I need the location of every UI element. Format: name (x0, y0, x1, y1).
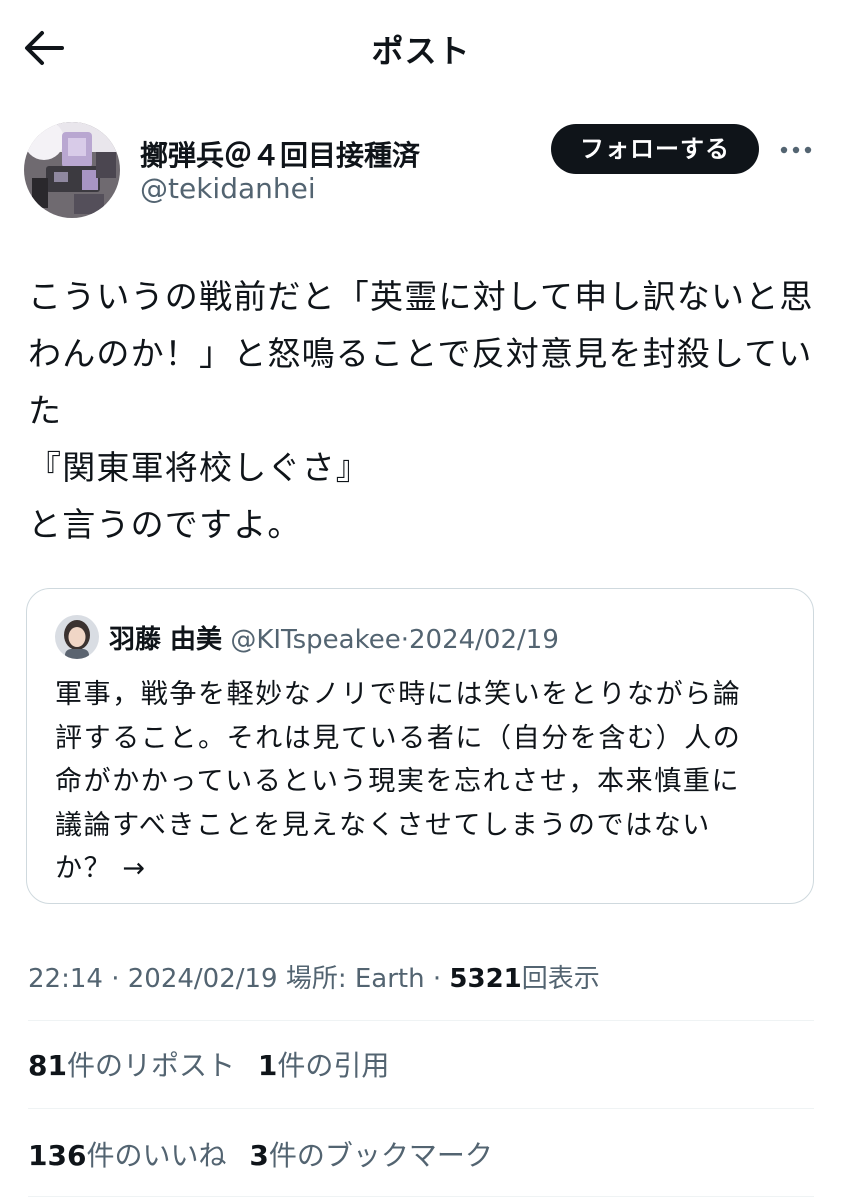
views-label: 回表示 (521, 964, 600, 994)
meta-separator: · (432, 964, 442, 994)
post-line: 『関東軍将校しぐさ』 (28, 448, 370, 487)
likes-label: 件のいいね (86, 1139, 227, 1172)
quote-avatar-image (55, 615, 99, 659)
avatar[interactable] (24, 122, 120, 218)
quote-separator: · (400, 625, 409, 655)
reposts-label: 件のリポスト (66, 1049, 235, 1082)
quote-text: 軍事，戦争を軽妙なノリで時には笑いをとりながら論 評すること。それは見ている者に… (55, 673, 795, 891)
avatar-image (24, 122, 120, 218)
divider (28, 1020, 814, 1021)
page-title: ポスト (371, 32, 471, 70)
quotes-count: 1 (257, 1049, 278, 1082)
bookmarks-count: 3 (249, 1139, 269, 1172)
quote-line: か？ → (55, 853, 147, 884)
post-date[interactable]: 2024/02/19 (128, 964, 278, 994)
post-location: 場所: Earth (285, 964, 425, 994)
likes-count: 136 (28, 1139, 87, 1172)
more-button[interactable] (776, 138, 816, 162)
quote-line: 評すること。それは見ている者に（自分を含む）人の (55, 722, 742, 754)
bookmarks-stat[interactable]: 3件のブックマーク (249, 1139, 493, 1172)
quote-author-name: 羽藤 由美 (109, 625, 223, 655)
quote-date: 2024/02/19 (409, 625, 559, 655)
post-line: た (28, 391, 63, 430)
more-horizontal-icon (780, 146, 812, 154)
follow-button[interactable]: フォローする (551, 124, 759, 174)
quote-line: 軍事，戦争を軽妙なノリで時には笑いをとりながら論 (55, 679, 742, 710)
quotes-stat[interactable]: 1件の引用 (258, 1049, 390, 1082)
quote-line: 議論すべきことを見えなくさせてしまうのではない (55, 809, 711, 841)
quote-avatar (55, 615, 99, 659)
post-meta: 22:14 · 2024/02/19 場所: Earth · 5321回表示 (28, 958, 600, 995)
author-row: 擲弾兵＠４回目接種済 @tekidanhei フォローする (0, 120, 842, 220)
post-time[interactable]: 22:14 (28, 964, 103, 994)
divider (28, 1108, 814, 1109)
quotes-label: 件の引用 (277, 1049, 390, 1082)
divider (28, 1196, 814, 1197)
quote-line: 命がかかっているという現実を忘れさせ，本来慎重に (55, 766, 741, 797)
reposts-stat[interactable]: 81件のリポスト (28, 1049, 235, 1082)
quote-meta: 羽藤 由美 @KITspeakee·2024/02/19 (109, 619, 559, 656)
user-handle[interactable]: @tekidanhei (140, 172, 316, 205)
top-bar: ポスト (0, 0, 842, 96)
post-line: こういうの戦前だと「英霊に対して申し訳ないと思 (28, 277, 814, 316)
quoted-post-card[interactable]: 羽藤 由美 @KITspeakee·2024/02/19 軍事，戦争を軽妙なノリ… (26, 588, 814, 904)
reposts-count: 81 (28, 1049, 67, 1082)
post-text: こういうの戦前だと「英霊に対して申し訳ないと思 わんのか！」と怒鳴ることで反対意… (28, 268, 828, 553)
post-line: と言うのですよ。 (28, 505, 302, 544)
display-name[interactable]: 擲弾兵＠４回目接種済 (140, 134, 420, 174)
bookmarks-label: 件のブックマーク (268, 1139, 493, 1172)
stats-row-likes: 136件のいいね 3件のブックマーク (28, 1134, 507, 1174)
post-line: わんのか！」と怒鳴ることで反対意見を封殺してい (28, 334, 813, 373)
stats-row-reposts: 81件のリポスト 1件の引用 (28, 1044, 403, 1084)
quote-author-handle: @KITspeakee (230, 625, 401, 655)
meta-separator: · (111, 964, 120, 994)
likes-stat[interactable]: 136件のいいね (28, 1139, 226, 1172)
views-count: 5321 (449, 964, 522, 994)
